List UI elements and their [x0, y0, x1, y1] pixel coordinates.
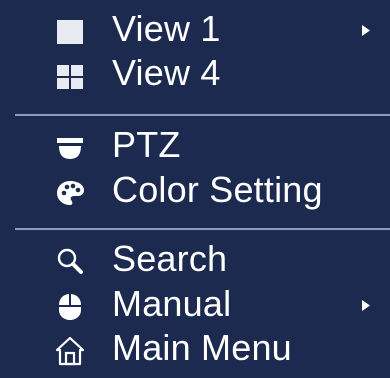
menu-separator [15, 114, 390, 116]
menu-label: Main Menu [112, 327, 292, 368]
menu-item-view-4[interactable]: View 4 [0, 52, 390, 98]
menu-separator [15, 228, 390, 230]
menu-item-main-menu[interactable]: Main Menu [0, 327, 390, 373]
mouse-icon [59, 294, 81, 320]
color-palette-icon [57, 181, 84, 205]
quad-view-icon [57, 65, 83, 89]
search-icon [57, 248, 83, 274]
submenu-arrow-icon [362, 25, 370, 36]
context-menu: View 1 View 4 PTZ Color Setting Search M… [0, 0, 390, 378]
menu-item-view-1[interactable]: View 1 [0, 8, 390, 54]
menu-label: View 4 [112, 52, 221, 93]
menu-label: Search [112, 238, 228, 279]
menu-item-manual[interactable]: Manual [0, 283, 390, 329]
menu-label: PTZ [112, 124, 181, 165]
menu-label: View 1 [112, 8, 221, 49]
menu-item-color-setting[interactable]: Color Setting [0, 169, 390, 215]
menu-label: Manual [112, 283, 232, 324]
submenu-arrow-icon [362, 300, 370, 311]
single-view-icon [57, 20, 83, 44]
menu-item-ptz[interactable]: PTZ [0, 124, 390, 170]
menu-item-search[interactable]: Search [0, 238, 390, 284]
menu-label: Color Setting [112, 169, 323, 210]
ptz-camera-icon [57, 138, 83, 159]
home-icon [55, 336, 85, 366]
